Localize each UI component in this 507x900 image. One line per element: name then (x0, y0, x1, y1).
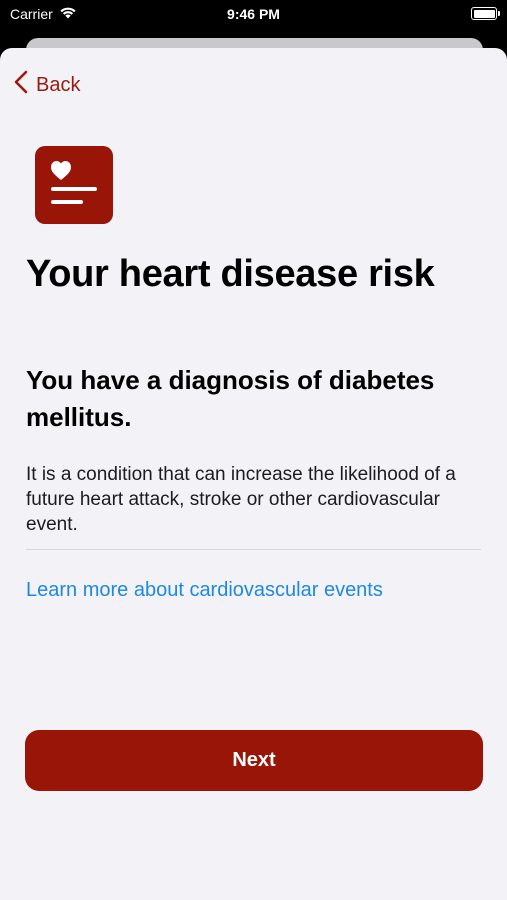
divider (26, 549, 481, 550)
diagnosis-heading: You have a diagnosis of diabetes mellitu… (26, 365, 435, 432)
condition-description: It is a condition that can increase the … (26, 464, 456, 535)
app-screen: Carrier 9:46 PM Back Your heart disease … (0, 0, 507, 900)
modal-sheet: Back Your heart disease risk You have a … (0, 48, 507, 900)
status-bar: Carrier 9:46 PM (0, 0, 507, 30)
status-time: 9:46 PM (227, 6, 280, 22)
chevron-left-icon (14, 70, 28, 100)
next-button[interactable]: Next (25, 730, 483, 791)
learn-more-link[interactable]: Learn more about cardiovascular events (26, 579, 383, 602)
battery-icon (471, 7, 500, 20)
page-title: Your heart disease risk (26, 253, 435, 295)
back-label: Back (36, 73, 81, 96)
battery-cap (498, 11, 500, 16)
battery-level (473, 9, 495, 18)
back-button[interactable]: Back (14, 70, 80, 100)
heart-document-icon (35, 146, 113, 224)
